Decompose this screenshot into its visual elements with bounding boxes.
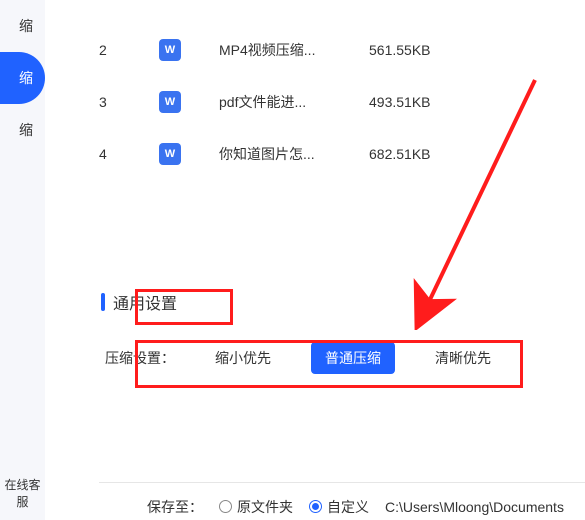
row-index: 2 bbox=[99, 42, 159, 58]
app-root: 缩 缩 缩 在线客服 2 W MP4视频压缩... 561.55KB 3 W p… bbox=[0, 0, 585, 520]
file-name: MP4视频压缩... bbox=[219, 40, 369, 60]
radio-dot-icon bbox=[219, 500, 232, 513]
sidebar: 缩 缩 缩 在线客服 bbox=[0, 0, 45, 520]
file-size: 682.51KB bbox=[369, 146, 509, 162]
file-type-icon: W bbox=[159, 91, 219, 113]
file-size: 493.51KB bbox=[369, 94, 509, 110]
table-row[interactable]: 2 W MP4视频压缩... 561.55KB bbox=[99, 24, 585, 76]
radio-custom-folder[interactable]: 自定义 bbox=[309, 497, 369, 517]
settings-section: 通用设置 压缩设置： 缩小优先 普通压缩 清晰优先 bbox=[99, 290, 585, 374]
sidebar-item-1[interactable]: 缩 bbox=[0, 52, 45, 104]
sidebar-item-0[interactable]: 缩 bbox=[0, 0, 45, 52]
word-icon: W bbox=[159, 143, 181, 165]
main-area: 2 W MP4视频压缩... 561.55KB 3 W pdf文件能进... 4… bbox=[45, 0, 585, 520]
row-index: 4 bbox=[99, 146, 159, 162]
row-index: 3 bbox=[99, 94, 159, 110]
word-icon: W bbox=[159, 91, 181, 113]
sidebar-item-label: 缩 bbox=[19, 120, 33, 140]
file-list: 2 W MP4视频压缩... 561.55KB 3 W pdf文件能进... 4… bbox=[99, 0, 585, 180]
radio-label: 原文件夹 bbox=[237, 497, 293, 517]
table-row[interactable]: 4 W 你知道图片怎... 682.51KB bbox=[99, 128, 585, 180]
sidebar-spacer bbox=[0, 156, 45, 470]
file-name: pdf文件能进... bbox=[219, 92, 369, 112]
option-quality-first[interactable]: 清晰优先 bbox=[421, 342, 505, 374]
compression-setting-row: 压缩设置： 缩小优先 普通压缩 清晰优先 bbox=[99, 342, 585, 374]
setting-key: 压缩设置： bbox=[105, 348, 175, 368]
option-shrink-first[interactable]: 缩小优先 bbox=[201, 342, 285, 374]
sidebar-item-label: 缩 bbox=[19, 16, 33, 36]
file-type-icon: W bbox=[159, 143, 219, 165]
sidebar-item-2[interactable]: 缩 bbox=[0, 104, 45, 156]
sidebar-item-label: 缩 bbox=[19, 68, 33, 88]
section-header: 通用设置 bbox=[101, 290, 585, 314]
file-name: 你知道图片怎... bbox=[219, 144, 369, 164]
word-icon: W bbox=[159, 39, 181, 61]
radio-label: 自定义 bbox=[327, 497, 369, 517]
radio-original-folder[interactable]: 原文件夹 bbox=[219, 497, 293, 517]
save-to-label: 保存至： bbox=[147, 497, 203, 517]
online-support-link[interactable]: 在线客服 bbox=[0, 470, 45, 520]
footer-bar: 保存至： 原文件夹 自定义 C:\Users\Mloong\Documents bbox=[99, 482, 585, 520]
save-path-value: C:\Users\Mloong\Documents bbox=[385, 499, 564, 515]
section-accent-bar bbox=[101, 293, 105, 311]
table-row[interactable]: 3 W pdf文件能进... 493.51KB bbox=[99, 76, 585, 128]
file-size: 561.55KB bbox=[369, 42, 509, 58]
radio-dot-icon bbox=[309, 500, 322, 513]
online-support-label: 在线客服 bbox=[4, 478, 40, 509]
option-normal-compress[interactable]: 普通压缩 bbox=[311, 342, 395, 374]
file-type-icon: W bbox=[159, 39, 219, 61]
section-title: 通用设置 bbox=[113, 290, 177, 314]
